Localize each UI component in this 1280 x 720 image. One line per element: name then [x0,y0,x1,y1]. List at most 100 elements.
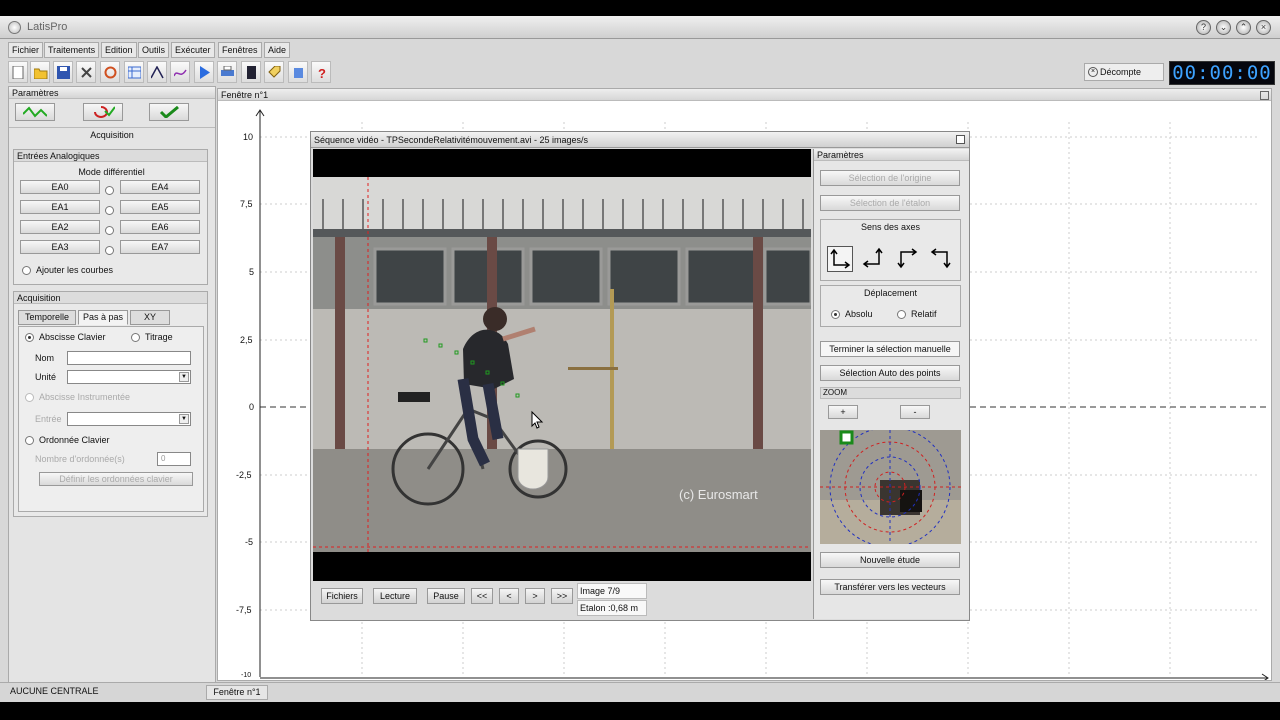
terminer-selection-button[interactable]: Terminer la sélection manuelle [820,341,960,357]
diff-radio-0[interactable] [105,186,114,195]
open-folder-icon[interactable] [30,61,50,83]
copy-icon[interactable] [288,61,308,83]
absolu-radio[interactable] [831,310,840,319]
pas-a-pas-panel: Abscisse Clavier Titrage Nom Unité ▼ Abs… [18,326,204,512]
relatif-label: Relatif [911,309,937,319]
abscisse-instrumentee-label: Abscisse Instrumentée [39,392,131,402]
play-icon[interactable] [194,61,214,83]
channel-ea5[interactable]: EA5 [120,200,200,214]
reset-button[interactable] [83,103,123,121]
menu-fenetres[interactable]: Fenêtres [218,42,262,58]
channel-ea7[interactable]: EA7 [120,240,200,254]
tag-icon[interactable] [264,61,284,83]
signal-button[interactable] [15,103,55,121]
menu-traitements[interactable]: Traitements [44,42,100,58]
maximize-button[interactable]: ⌃ [1236,20,1251,35]
status-bar: AUCUNE CENTRALE Fenêtre n°1 [0,682,1280,702]
last-frame-button[interactable]: >> [551,588,573,604]
channel-ea1[interactable]: EA1 [20,200,100,214]
y-tick-label: -10 [241,672,252,679]
ajouter-courbes-radio[interactable] [22,266,31,275]
channel-ea3[interactable]: EA3 [20,240,100,254]
svg-text:?: ? [318,66,326,79]
nom-input[interactable] [67,351,191,365]
table-icon[interactable] [124,61,144,83]
axes-up-right-icon[interactable] [827,246,853,272]
titrage-radio[interactable] [131,333,140,342]
parametres-panel: Paramètres Acquisition Entrées Analogiqu… [8,86,216,684]
tab-xy[interactable]: XY [130,310,170,325]
tab-temporelle[interactable]: Temporelle [18,310,76,325]
video-close-button[interactable] [956,135,965,144]
abscisse-instrumentee-radio[interactable] [25,393,34,402]
zoom-out-button[interactable]: - [900,405,930,419]
axes-up-left-icon[interactable] [861,246,887,272]
channel-ea0[interactable]: EA0 [20,180,100,194]
timer-display: 00:00:00 [1169,61,1275,85]
next-frame-button[interactable]: > [525,588,545,604]
selection-origine-button[interactable]: Sélection de l'origine [820,170,960,186]
fichiers-button[interactable]: Fichiers [321,588,363,604]
calculator-icon[interactable] [241,61,261,83]
prev-frame-button[interactable]: < [499,588,519,604]
tools-icon[interactable] [76,61,96,83]
channel-ea4[interactable]: EA4 [120,180,200,194]
y-tick-label: 5 [249,267,255,277]
zoom-view[interactable] [820,430,961,544]
diff-radio-1[interactable] [105,206,114,215]
y-tick-label: -7,5 [236,605,252,615]
unite-select[interactable]: ▼ [67,370,191,384]
app-icon [8,21,21,34]
video-frame[interactable]: (c) Eurosmart [313,149,811,581]
ordonnee-clavier-radio[interactable] [25,436,34,445]
new-file-icon[interactable] [8,61,28,83]
channel-ea2[interactable]: EA2 [20,220,100,234]
refresh-icon[interactable] [100,61,120,83]
validate-button[interactable] [149,103,189,121]
definir-ordonnees-button[interactable]: Définir les ordonnées clavier [39,472,193,486]
zoom-in-button[interactable]: + [828,405,858,419]
entrees-analogiques-group: Entrées Analogiques Mode différentiel EA… [13,149,208,285]
pause-button[interactable]: Pause [427,588,465,604]
menu-executer[interactable]: Exécuter [171,42,215,58]
graph-window-title: Fenêtre n°1 [218,89,1271,101]
abscisse-clavier-radio[interactable] [25,333,34,342]
axes-down-right-icon[interactable] [895,246,921,272]
diff-radio-2[interactable] [105,226,114,235]
nouvelle-etude-button[interactable]: Nouvelle étude [820,552,960,568]
axes-down-left-icon[interactable] [929,246,955,272]
decompte-toggle[interactable]: × Décompte [1084,63,1164,81]
first-frame-button[interactable]: << [471,588,493,604]
graph-maximize-button[interactable] [1260,91,1269,100]
selection-etalon-button[interactable]: Sélection de l'étalon [820,195,960,211]
close-window-button[interactable]: × [1256,20,1271,35]
video-params-panel: Paramètres Sélection de l'origine Sélect… [813,149,969,619]
menu-fichier[interactable]: Fichier [8,42,44,58]
help-icon[interactable]: ? [311,61,331,83]
relatif-radio[interactable] [897,310,906,319]
tab-pas-a-pas[interactable]: Pas à pas [78,310,128,325]
video-scene [313,177,811,552]
help-window-button[interactable]: ? [1196,20,1211,35]
y-tick-label: 7,5 [240,199,253,209]
selection-auto-button[interactable]: Sélection Auto des points [820,365,960,381]
transferer-vecteurs-button[interactable]: Transférer vers les vecteurs [820,579,960,595]
window-tab-fenetre-1[interactable]: Fenêtre n°1 [206,685,268,700]
menu-edition[interactable]: Edition [101,42,137,58]
menu-outils[interactable]: Outils [138,42,170,58]
ajouter-courbes-label: Ajouter les courbes [36,265,114,275]
minimize-button[interactable]: ⌄ [1216,20,1231,35]
nombre-ordonnees-input[interactable]: 0 [157,452,191,466]
diff-radio-3[interactable] [105,246,114,255]
ordonnee-clavier-label: Ordonnée Clavier [39,435,110,445]
curve-icon[interactable] [147,61,167,83]
toolbar: ? × Décompte 00:00:00 [8,61,1275,85]
save-icon[interactable] [53,61,73,83]
entrees-title: Entrées Analogiques [14,150,207,162]
print-icon[interactable] [217,61,237,83]
lecture-button[interactable]: Lecture [373,588,417,604]
menu-aide[interactable]: Aide [264,42,291,58]
channel-ea6[interactable]: EA6 [120,220,200,234]
modeling-icon[interactable] [170,61,190,83]
entree-select[interactable]: ▼ [67,412,191,426]
